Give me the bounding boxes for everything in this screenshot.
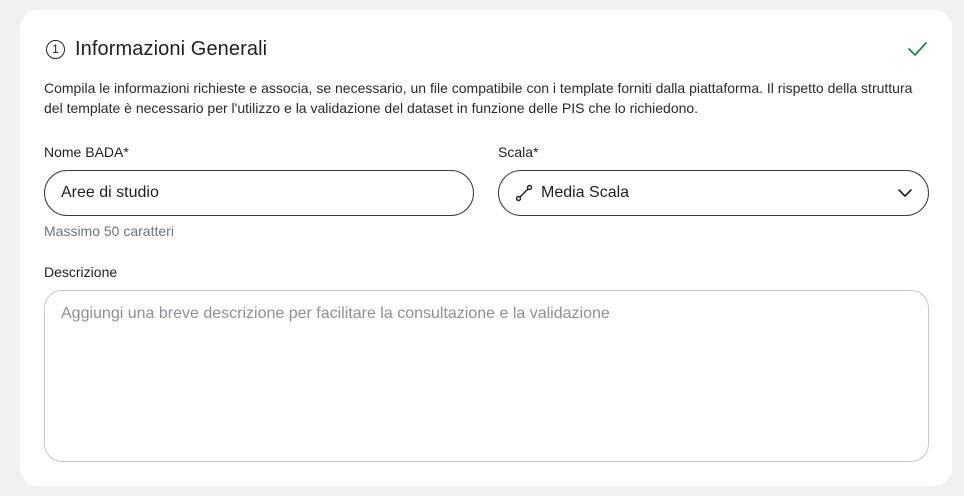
chevron-down-icon[interactable] bbox=[896, 184, 914, 207]
scale-select[interactable]: Media Scala bbox=[498, 170, 929, 216]
description-textarea[interactable]: Aggiungi una breve descrizione per facil… bbox=[44, 290, 929, 462]
name-label: Nome BADA* bbox=[44, 144, 129, 160]
scale-label: Scala* bbox=[498, 144, 539, 160]
name-input[interactable]: Aree di studio bbox=[44, 170, 474, 216]
name-input-value: Aree di studio bbox=[61, 184, 159, 201]
step-number: 1 bbox=[52, 42, 59, 56]
scale-ruler-icon bbox=[515, 184, 533, 202]
section-description: Compila le informazioni richieste e asso… bbox=[44, 80, 913, 116]
scale-select-value: Media Scala bbox=[541, 184, 630, 201]
general-info-card: 1 Informazioni Generali Compila le infor… bbox=[20, 10, 952, 486]
section-title: Informazioni Generali bbox=[75, 37, 268, 60]
section-header: 1 Informazioni Generali bbox=[46, 38, 928, 60]
name-helper-text: Massimo 50 caratteri bbox=[44, 223, 174, 239]
step-number-icon: 1 bbox=[46, 39, 65, 59]
description-placeholder: Aggiungi una breve descrizione per facil… bbox=[61, 305, 610, 322]
check-icon bbox=[906, 38, 928, 65]
description-label: Descrizione bbox=[44, 264, 118, 280]
